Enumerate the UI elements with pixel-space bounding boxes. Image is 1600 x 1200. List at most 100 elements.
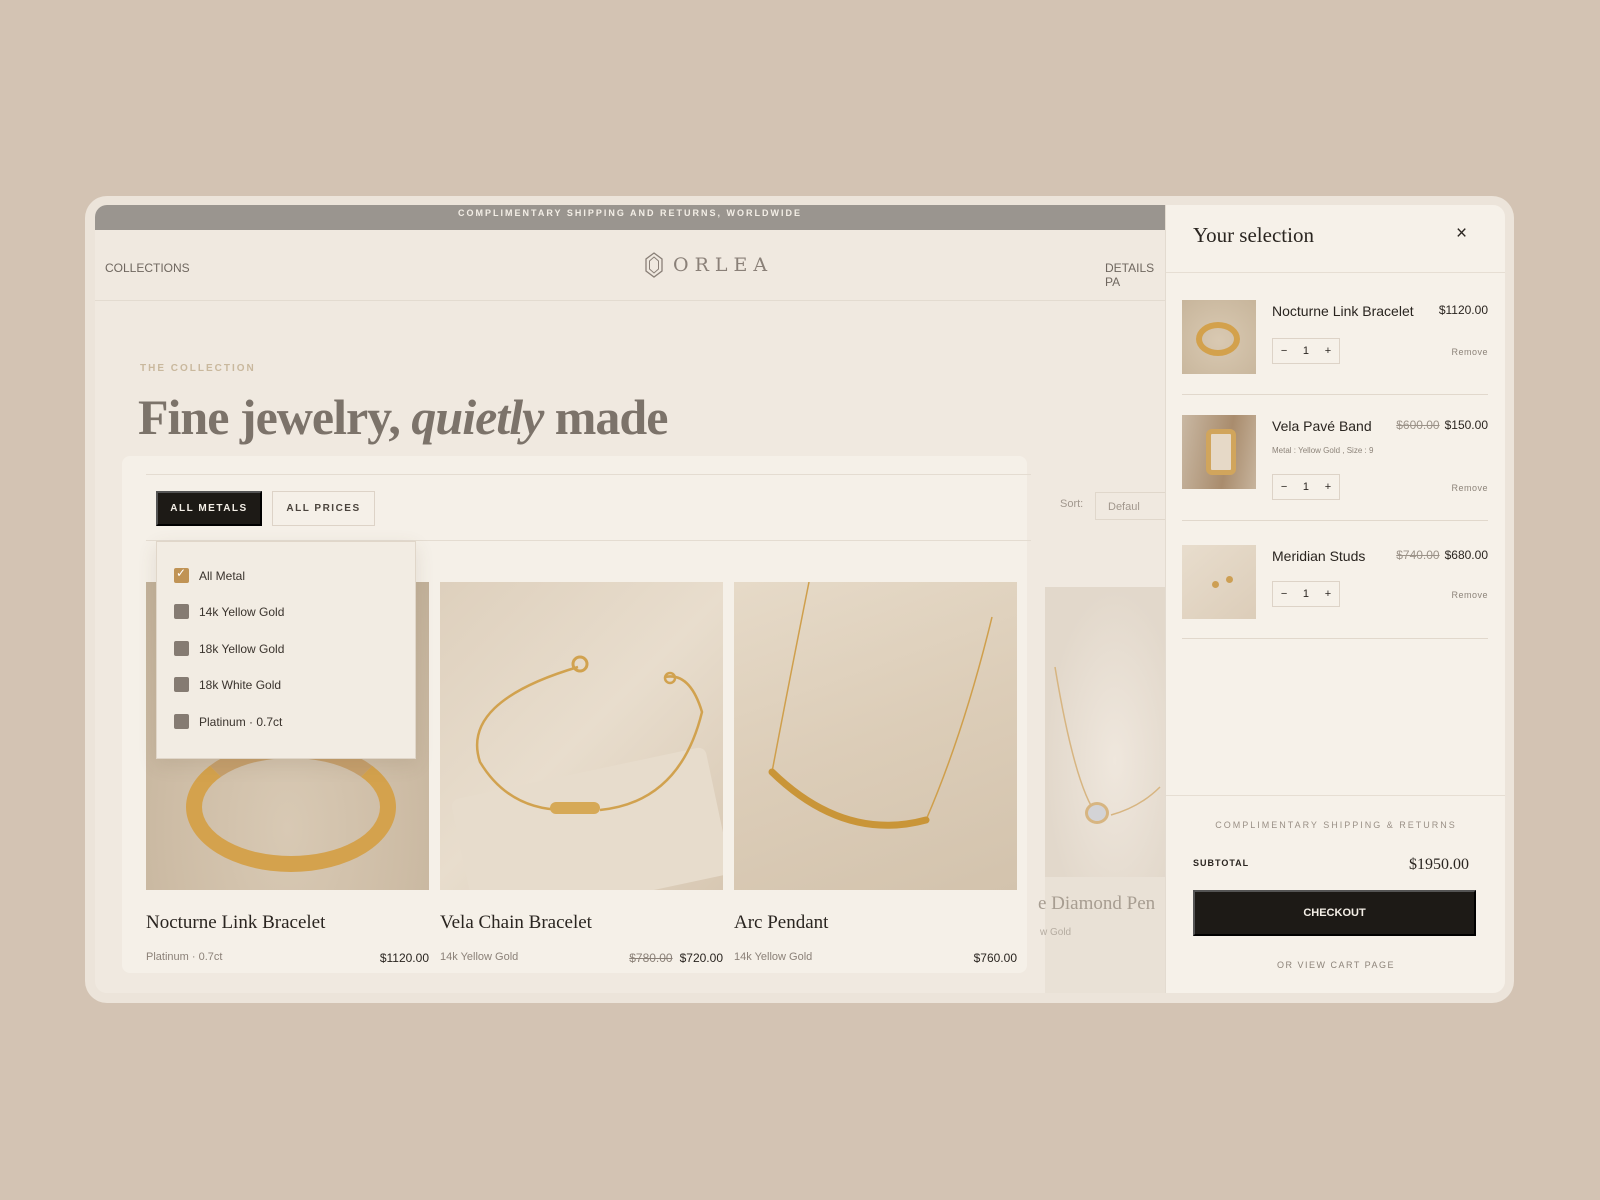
view-cart-link[interactable]: OR VIEW CART PAGE: [1166, 960, 1505, 970]
cart-item-price: $740.00 $680.00: [1396, 548, 1488, 562]
filter-metals-button[interactable]: ALL METALS: [156, 491, 262, 526]
product-sale-price: $720.00: [679, 951, 723, 965]
cart-item-name[interactable]: Nocturne Link Bracelet: [1272, 303, 1414, 319]
checkbox-icon[interactable]: [174, 714, 189, 729]
option-label: 18k White Gold: [199, 677, 282, 692]
product-card[interactable]: Arc Pendant 14k Yellow Gold $760.00: [734, 582, 1017, 965]
close-icon[interactable]: ×: [1456, 223, 1467, 245]
filter-prices-button[interactable]: ALL PRICES: [272, 491, 375, 526]
product-image: [440, 582, 723, 890]
cart-item-old-price: $600.00: [1396, 418, 1440, 432]
quantity-value[interactable]: 1: [1303, 481, 1309, 493]
remove-link[interactable]: Remove: [1451, 590, 1488, 600]
product-card-partial[interactable]: e Diamond Pen w Gold: [1038, 587, 1165, 993]
minus-icon[interactable]: −: [1281, 481, 1287, 493]
bracelet-graphic: [451, 655, 723, 890]
section-eyebrow: THE COLLECTION: [140, 363, 256, 374]
cart-item-sale-price: $150.00: [1444, 418, 1488, 432]
checkbox-icon[interactable]: [174, 677, 189, 692]
product-meta-row: 14k Yellow Gold $780.00 $720.00: [440, 951, 723, 965]
option-label: All Metal: [199, 568, 246, 583]
cart-item-price: $600.00 $150.00: [1396, 418, 1488, 432]
divider: [1166, 795, 1505, 796]
divider: [146, 474, 1031, 475]
remove-link[interactable]: Remove: [1451, 483, 1488, 493]
cart-item-sale-price: $680.00: [1444, 548, 1488, 562]
checkout-button[interactable]: CHECKOUT: [1193, 890, 1476, 936]
band-ring-graphic: [1206, 429, 1236, 475]
metal-option-platinum[interactable]: Platinum · 0.7ct: [174, 714, 282, 729]
minus-icon[interactable]: −: [1281, 345, 1287, 357]
nav-collections-link[interactable]: COLLECTIONS: [105, 261, 190, 275]
shipping-note: COMPLIMENTARY SHIPPING & RETURNS: [1215, 820, 1457, 830]
necklace-chain-graphic: [1054, 666, 1161, 816]
metal-option-all[interactable]: All Metal: [174, 566, 246, 583]
checkbox-checked-icon[interactable]: [174, 566, 189, 583]
store-page: COMPLIMENTARY SHIPPING AND RETURNS, WORL…: [95, 205, 1165, 993]
remove-link[interactable]: Remove: [1451, 347, 1488, 357]
cart-item: Meridian Studs $740.00 $680.00 − 1 + Remo…: [1182, 545, 1488, 645]
nav-details-link[interactable]: DETAILS PA: [1105, 261, 1165, 289]
top-navigation: COLLECTIONS ORLEA DETAILS PA: [95, 230, 1165, 301]
product-panel: ALL METALS ALL PRICES Nocturne Link Brac…: [122, 456, 1031, 973]
stud-graphic: [1212, 581, 1219, 588]
divider: [1182, 520, 1488, 521]
product-price: $780.00 $720.00: [629, 951, 723, 965]
divider: [1182, 638, 1488, 639]
quantity-value[interactable]: 1: [1303, 588, 1309, 600]
browser-screen: COMPLIMENTARY SHIPPING AND RETURNS, WORL…: [95, 205, 1505, 993]
option-label: 14k Yellow Gold: [199, 604, 285, 619]
brand-logo[interactable]: ORLEA: [645, 252, 773, 278]
plus-icon[interactable]: +: [1325, 481, 1331, 493]
metal-option-18k-yellow[interactable]: 18k Yellow Gold: [174, 641, 284, 656]
product-image: [734, 582, 1017, 890]
cart-item-old-price: $740.00: [1396, 548, 1440, 562]
option-label: 18k Yellow Gold: [199, 641, 285, 656]
product-metal: 14k Yellow Gold: [440, 951, 519, 963]
metal-option-18k-white[interactable]: 18k White Gold: [174, 677, 281, 692]
cart-item-thumbnail[interactable]: [1182, 545, 1256, 619]
cart-item-name[interactable]: Vela Pavé Band: [1272, 418, 1372, 434]
quantity-stepper: − 1 +: [1272, 581, 1340, 607]
cart-item: Vela Pavé Band $600.00 $150.00 Metal : Ye…: [1182, 415, 1488, 525]
quantity-stepper: − 1 +: [1272, 338, 1340, 364]
metal-option-14k-yellow[interactable]: 14k Yellow Gold: [174, 604, 284, 619]
quantity-value[interactable]: 1: [1303, 345, 1309, 357]
pendant-graphic: [768, 582, 993, 829]
product-title: Arc Pendant: [734, 912, 829, 933]
cart-item-price: $1120.00: [1438, 303, 1488, 317]
ring-graphic: [186, 742, 396, 872]
metals-dropdown: All Metal 14k Yellow Gold 18k Yellow Gol…: [156, 541, 416, 759]
product-title: Vela Chain Bracelet: [440, 912, 592, 933]
page-headline: Fine jewelry, quietly made: [138, 389, 668, 445]
checkbox-icon[interactable]: [174, 604, 189, 619]
sort-select[interactable]: Defaul: [1095, 492, 1165, 520]
product-card[interactable]: Vela Chain Bracelet 14k Yellow Gold $780…: [440, 582, 723, 965]
product-old-price: $780.00: [629, 951, 673, 965]
checkbox-icon[interactable]: [174, 641, 189, 656]
product-title: e Diamond Pen: [1038, 893, 1156, 914]
minus-icon[interactable]: −: [1281, 588, 1287, 600]
product-price: $760.00: [973, 951, 1017, 965]
cart-item-thumbnail[interactable]: [1182, 300, 1256, 374]
cart-item-name[interactable]: Meridian Studs: [1272, 548, 1365, 564]
product-metal: w Gold: [1040, 927, 1072, 938]
divider: [1182, 394, 1488, 395]
subtotal-label: SUBTOTAL: [1193, 858, 1250, 868]
product-metal: Platinum · 0.7ct: [146, 951, 223, 963]
divider: [1166, 272, 1505, 273]
cart-title: Your selection: [1193, 223, 1314, 247]
subtotal-value: $1950.00: [1409, 856, 1469, 873]
cart-item-thumbnail[interactable]: [1182, 415, 1256, 489]
product-metal: 14k Yellow Gold: [734, 951, 813, 963]
sort-label: Sort:: [1060, 498, 1084, 510]
gem-icon: [645, 252, 663, 278]
plus-icon[interactable]: +: [1325, 588, 1331, 600]
ring-graphic: [1196, 322, 1240, 356]
option-label: Platinum · 0.7ct: [199, 714, 283, 729]
product-meta-row: Platinum · 0.7ct $1120.00: [146, 951, 429, 965]
plus-icon[interactable]: +: [1325, 345, 1331, 357]
cart-item-options: Metal : Yellow Gold , Size : 9: [1272, 446, 1374, 455]
product-title: Nocturne Link Bracelet: [146, 912, 326, 933]
pendant-stone: [1085, 802, 1109, 824]
